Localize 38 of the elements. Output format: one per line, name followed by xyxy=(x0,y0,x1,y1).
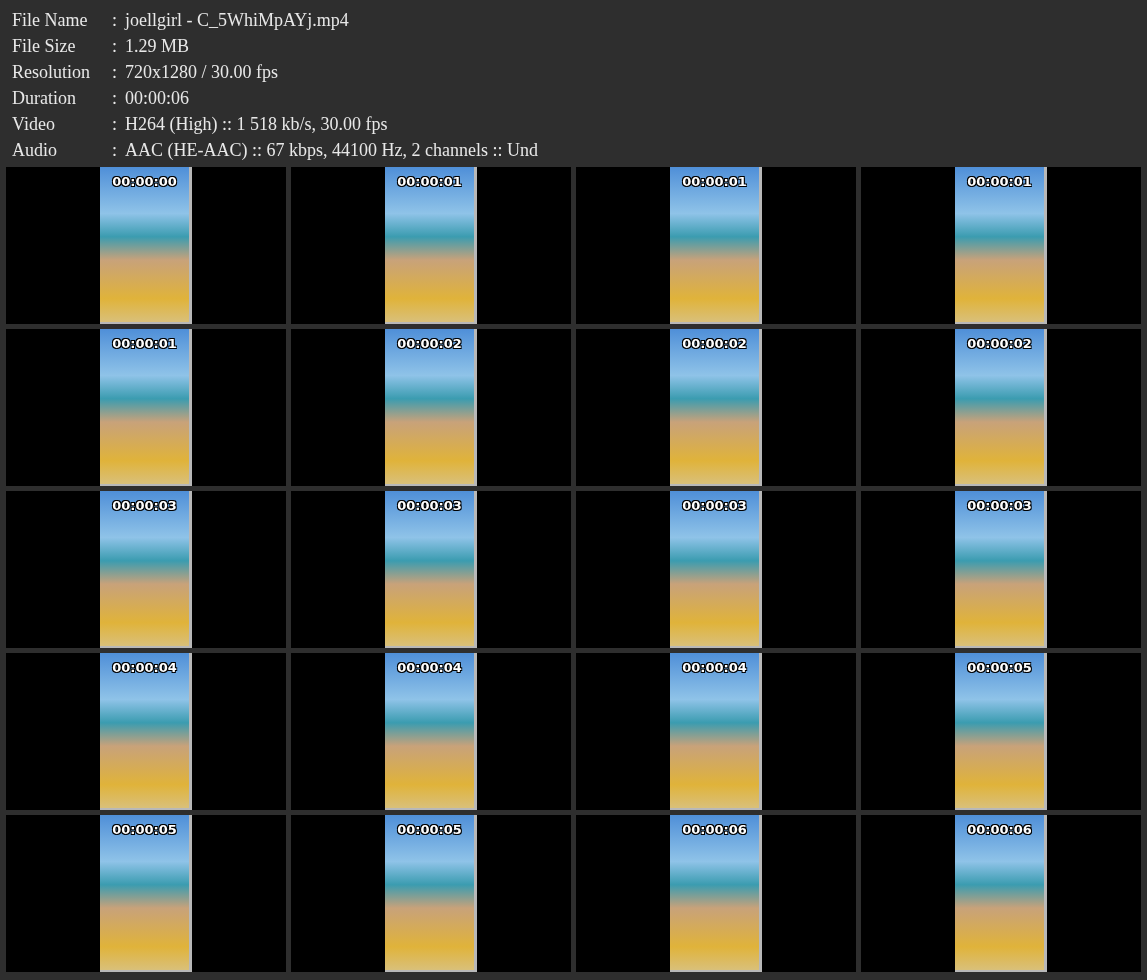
field-value: 720x1280 / 30.00 fps xyxy=(125,60,278,84)
separator: : xyxy=(112,138,118,162)
timestamp: 00:00:00 xyxy=(112,173,177,189)
timestamp: 00:00:02 xyxy=(397,335,462,351)
field-value: 1.29 MB xyxy=(125,34,189,58)
field-label: Resolution xyxy=(12,60,91,84)
timestamp: 00:00:03 xyxy=(967,497,1032,513)
timestamp: 00:00:04 xyxy=(397,659,462,675)
timestamp: 00:00:05 xyxy=(397,821,462,837)
field-label: Audio xyxy=(12,138,58,162)
field-value: joellgirl - C_5WhiMpAYj.mp4 xyxy=(125,8,349,32)
timestamp: 00:00:03 xyxy=(112,497,177,513)
timestamp: 00:00:04 xyxy=(112,659,177,675)
separator: : xyxy=(112,60,118,84)
field-value: AAC (HE-AAC) :: 67 kbps, 44100 Hz, 2 channels :: Und xyxy=(125,138,538,162)
field-label: Duration xyxy=(12,86,77,110)
field-value: H264 (High) :: 1 518 kb/s, 30.00 fps xyxy=(125,112,388,136)
timestamp: 00:00:05 xyxy=(967,659,1032,675)
timestamp: 00:00:01 xyxy=(967,173,1032,189)
field-label: File Size xyxy=(12,34,77,58)
timestamp: 00:00:02 xyxy=(967,335,1032,351)
timestamp: 00:00:03 xyxy=(682,497,747,513)
timestamp: 00:00:04 xyxy=(682,659,747,675)
separator: : xyxy=(112,34,118,58)
separator: : xyxy=(112,86,118,110)
separator: : xyxy=(112,112,118,136)
timestamp: 00:00:06 xyxy=(682,821,747,837)
field-value: 00:00:06 xyxy=(125,86,189,110)
separator: : xyxy=(112,8,118,32)
field-label: Video xyxy=(12,112,56,136)
timestamp: 00:00:06 xyxy=(967,821,1032,837)
field-label: File Name xyxy=(12,8,89,32)
timestamp: 00:00:01 xyxy=(112,335,177,351)
timestamp: 00:00:03 xyxy=(397,497,462,513)
timestamp: 00:00:02 xyxy=(682,335,747,351)
timestamp: 00:00:05 xyxy=(112,821,177,837)
timestamp: 00:00:01 xyxy=(682,173,747,189)
timestamp: 00:00:01 xyxy=(397,173,462,189)
